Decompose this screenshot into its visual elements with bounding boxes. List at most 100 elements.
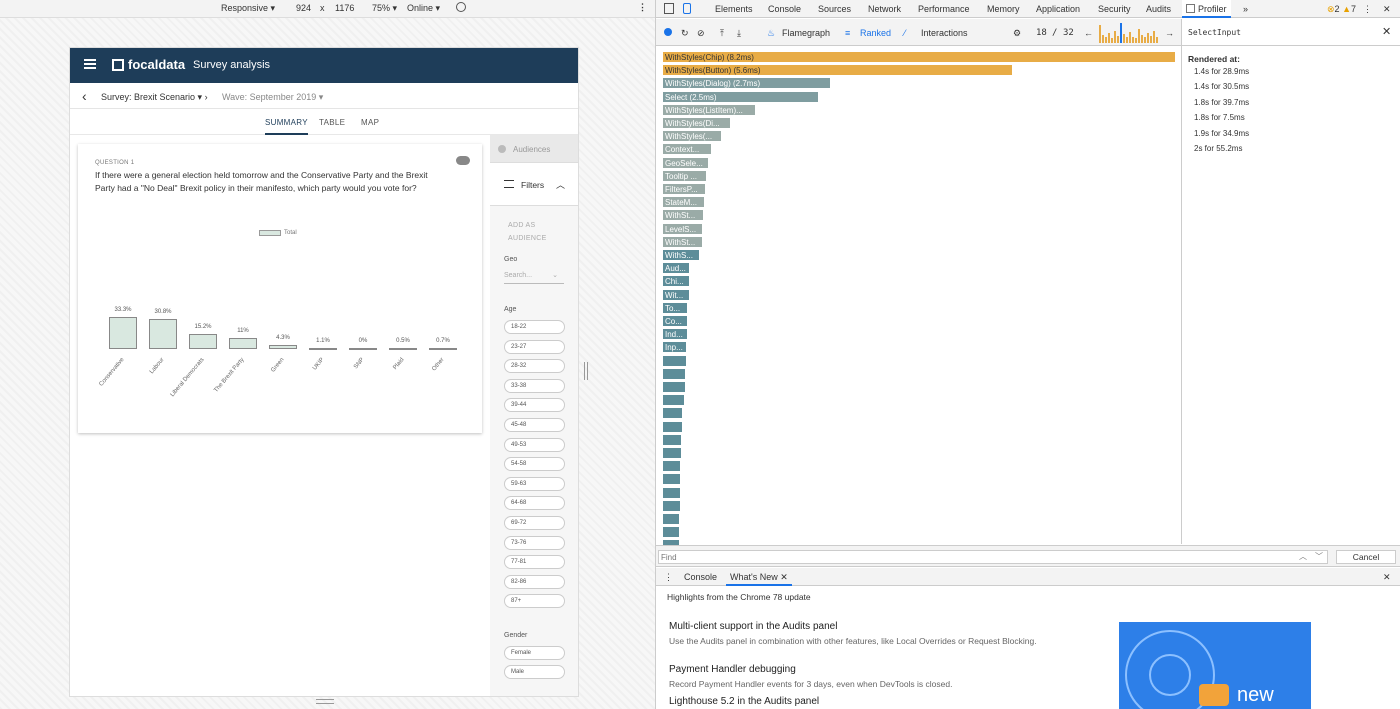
commit-bar[interactable] [1099,25,1101,43]
hamburger-menu-icon[interactable] [84,59,96,69]
ranked-component-bar[interactable]: WithStyles(Dialog) (2.7ms) [662,77,831,90]
ranked-component-bar[interactable] [662,381,686,393]
tab-audits[interactable]: Audits [1146,4,1171,14]
find-prev-icon[interactable]: ︿ [1299,551,1307,562]
age-chip[interactable]: 87+ [504,594,565,609]
devtools-menu-icon[interactable]: ⋮ [1363,4,1372,15]
ranked-component-bar[interactable] [662,420,683,433]
close-drawer-icon[interactable]: ✕ [1383,572,1391,583]
find-next-icon[interactable]: ﹀ [1315,551,1323,562]
ranked-component-bar[interactable] [662,447,682,459]
tab-console[interactable]: Console [768,4,801,14]
ranked-component-bar[interactable] [662,433,682,446]
commit-bar[interactable] [1132,37,1134,43]
settings-gear-icon[interactable]: ⚙ [1013,28,1021,39]
render-time-item[interactable]: 2s for 55.2ms [1194,144,1242,153]
ranked-component-bar[interactable]: LevelS... [662,222,703,235]
tab-sources[interactable]: Sources [818,4,851,14]
commit-bar[interactable] [1147,33,1149,43]
tab-application[interactable]: Application [1036,4,1080,14]
reload-icon[interactable]: ↻ [681,28,689,39]
cancel-button[interactable]: Cancel [1336,550,1396,564]
chevron-up-icon[interactable]: ︿ [556,178,565,191]
age-chip[interactable]: 73-76 [504,535,565,550]
ranked-component-bar[interactable] [662,473,681,486]
age-chip[interactable]: 39-44 [504,398,565,413]
age-chip[interactable]: 45-48 [504,418,565,432]
commit-bar[interactable] [1153,31,1155,43]
chrome-78-video-thumbnail[interactable]: new [1119,622,1311,709]
drawer-menu-icon[interactable]: ⋮ [664,572,673,583]
ranked-component-bar[interactable]: WithStyles(Di... [662,117,731,129]
height-input[interactable]: 1176 [335,3,354,13]
brand-logo[interactable]: focaldata [112,57,185,72]
ranked-component-bar[interactable] [662,460,681,473]
view-ranked[interactable]: Ranked [860,28,891,38]
add-as-audience-button[interactable]: ADD AS AUDIENCE [508,219,568,245]
tab-network[interactable]: Network [868,4,901,14]
ranked-component-bar[interactable]: WithStyles(Button) (5.6ms) [662,64,1013,77]
back-arrow-icon[interactable]: ‹ [82,88,87,104]
commit-bar[interactable] [1129,32,1131,43]
age-chip[interactable]: 64-68 [504,496,565,511]
ranked-component-bar[interactable]: Tooltip ... [662,169,707,182]
commit-bar[interactable] [1138,29,1140,43]
news-title[interactable]: Multi-client support in the Audits panel [669,621,1069,632]
commit-bar[interactable] [1114,31,1116,43]
ranked-component-bar[interactable] [662,394,685,407]
ranked-component-bar[interactable]: Aud... [662,262,690,275]
commit-bar[interactable] [1156,37,1158,43]
audiences-header[interactable]: Audiences [490,135,578,163]
render-time-item[interactable]: 1.4s for 30.5ms [1194,82,1249,91]
filters-header[interactable]: Filters ︿ [490,163,578,206]
age-chip[interactable]: 49-53 [504,437,565,452]
tab-performance[interactable]: Performance [918,4,970,14]
tab-profiler[interactable]: Profiler [1182,0,1231,18]
render-time-item[interactable]: 1.4s for 28.9ms [1194,67,1249,76]
commit-bar[interactable] [1120,23,1122,43]
ranked-component-bar[interactable]: FiltersP... [662,183,706,195]
bottom-resize-handle[interactable] [316,699,334,704]
view-interactions[interactable]: Interactions [921,28,968,38]
ranked-component-bar[interactable] [662,486,681,499]
render-time-item[interactable]: 1.8s for 7.5ms [1194,113,1245,122]
ranked-component-bar[interactable] [662,526,680,539]
cloud-download-icon[interactable] [456,156,470,165]
rotate-icon[interactable] [456,2,466,12]
network-select[interactable]: Online ▾ [407,3,440,14]
record-icon[interactable] [664,28,672,36]
zoom-select[interactable]: 75% ▾ [372,3,397,14]
wave-select[interactable]: Wave: September 2019 ▾ [222,92,323,103]
view-flamegraph[interactable]: Flamegraph [782,28,830,38]
tab-security[interactable]: Security [1098,4,1131,14]
drawer-tab-console[interactable]: Console [684,572,717,582]
ranked-component-bar[interactable]: WithStyles(... [662,130,722,143]
commit-bar[interactable] [1144,37,1146,43]
ranked-component-bar[interactable]: WithS... [662,249,700,261]
download-icon[interactable]: ⤓ [737,28,741,39]
clear-icon[interactable]: ⊘ [697,28,705,39]
ranked-component-bar[interactable] [662,354,687,367]
drawer-tab-whats-new[interactable]: What's New ✕ [726,568,792,586]
commit-bar[interactable] [1126,37,1128,43]
tab-map[interactable]: MAP [361,118,379,127]
tab-summary[interactable]: SUMMARY [265,118,308,135]
render-time-item[interactable]: 1.8s for 39.7ms [1194,98,1249,107]
ranked-component-bar[interactable]: Ind... [662,328,688,341]
news-title[interactable]: Payment Handler debugging [669,664,1069,675]
commit-bar[interactable] [1123,34,1125,43]
age-chip[interactable]: 23-27 [504,339,565,354]
commit-bar[interactable] [1105,37,1107,43]
more-options-icon[interactable]: ⋮ [638,2,647,13]
close-sidebar-icon[interactable]: ✕ [1382,25,1391,38]
commit-bars[interactable] [1099,21,1161,44]
gender-chip[interactable]: Male [504,665,565,679]
tab-memory[interactable]: Memory [987,4,1020,14]
commit-bar[interactable] [1102,35,1104,43]
news-title[interactable]: Lighthouse 5.2 in the Audits panel [669,696,819,707]
ranked-component-bar[interactable] [662,513,680,525]
survey-select[interactable]: Survey: Brexit Scenario ▾ › [101,92,208,103]
ranked-component-bar[interactable]: Wit... [662,288,690,301]
ranked-component-bar[interactable]: WithStyles(Chip) (8.2ms) [662,51,1176,63]
tab-elements[interactable]: Elements [715,4,753,14]
